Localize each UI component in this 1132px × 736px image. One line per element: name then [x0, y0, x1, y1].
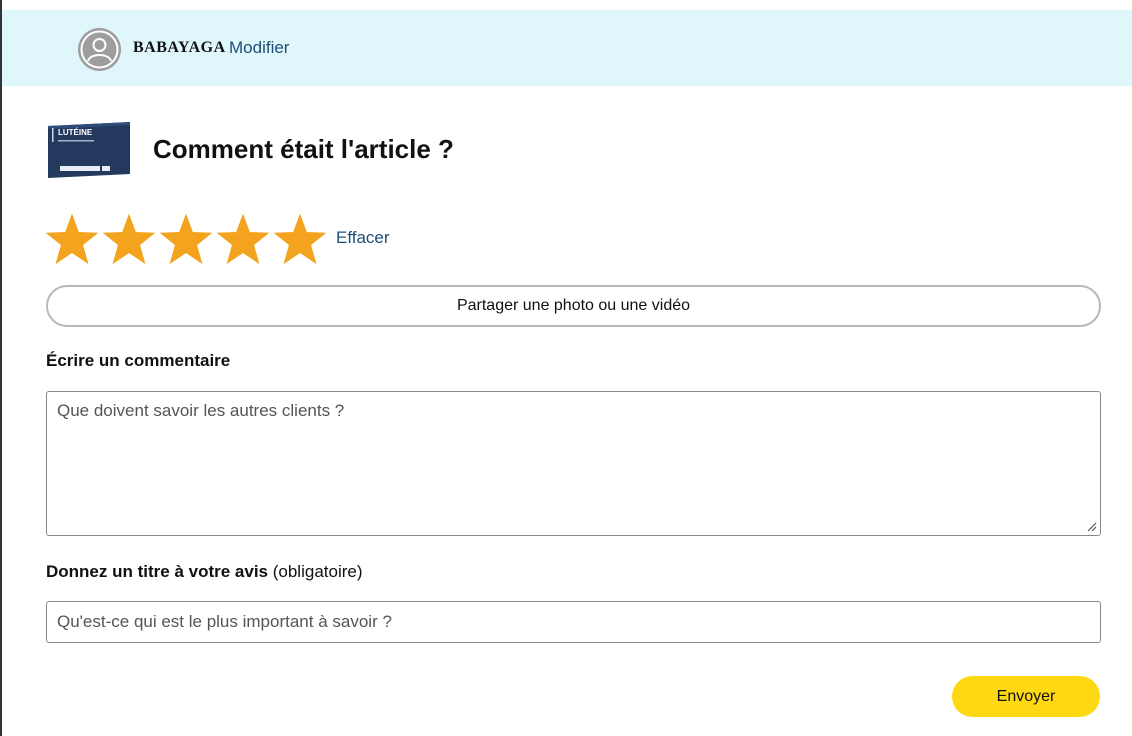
review-title-label-text: Donnez un titre à votre avis — [46, 562, 268, 581]
star-3-icon[interactable] — [158, 212, 214, 268]
share-photo-video-button[interactable]: Partager une photo ou une vidéo — [46, 285, 1101, 327]
avatar-silhouette — [78, 28, 121, 71]
rating-question: Comment était l'article ? — [153, 134, 454, 164]
required-note: (obligatoire) — [272, 562, 363, 581]
star-1-icon[interactable] — [44, 212, 100, 268]
review-title-label: Donnez un titre à votre avis (obligatoir… — [46, 562, 363, 582]
comment-label: Écrire un commentaire — [46, 351, 231, 370]
profile-header: BABAYAGA Modifier — [2, 10, 1132, 86]
comment-textarea[interactable] — [46, 391, 1101, 536]
clear-rating-link[interactable]: Effacer — [336, 228, 390, 248]
star-rating — [44, 212, 329, 268]
modify-profile-link[interactable]: Modifier — [229, 38, 289, 58]
submit-button[interactable]: Envoyer — [952, 676, 1100, 717]
user-avatar-icon — [78, 28, 121, 71]
star-5-icon[interactable] — [272, 212, 328, 268]
username: BABAYAGA — [133, 39, 226, 56]
resize-grip-icon[interactable] — [1085, 520, 1097, 532]
star-2-icon[interactable] — [101, 212, 157, 268]
top-margin — [0, 0, 1132, 10]
window-left-border — [0, 0, 2, 736]
product-thumbnail: LUTÉINE — [46, 120, 132, 178]
product-thumbnail-label: LUTÉINE — [58, 128, 93, 137]
star-4-icon[interactable] — [215, 212, 271, 268]
product-box-image: LUTÉINE — [48, 122, 130, 178]
review-title-input[interactable] — [46, 601, 1101, 643]
